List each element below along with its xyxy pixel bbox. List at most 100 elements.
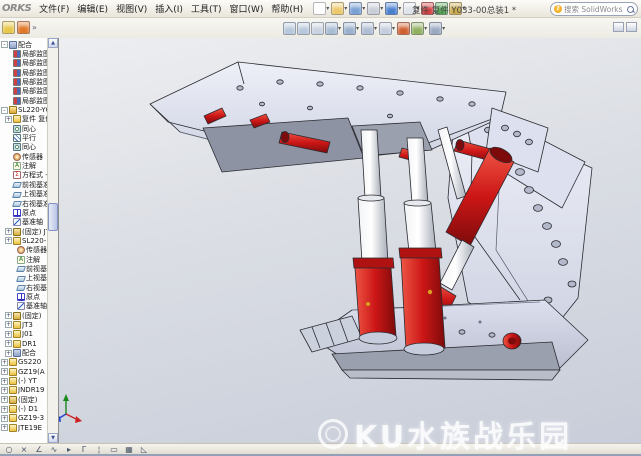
tree-item[interactable]: +(固定) JT: [1, 227, 47, 236]
expand-toggle-icon[interactable]: +: [5, 321, 12, 328]
tree-item[interactable]: 局部监图用: [1, 77, 47, 86]
expand-toggle-icon[interactable]: +: [5, 350, 12, 357]
search-icon[interactable]: [627, 6, 634, 13]
spline-tool-icon[interactable]: ∿: [49, 445, 59, 455]
tree-item[interactable]: 右视基: [1, 283, 47, 292]
tree-scrollbar[interactable]: ▲ ▼: [47, 38, 58, 443]
print-dropdown-icon[interactable]: ▾: [380, 5, 383, 12]
expand-toggle-icon[interactable]: -: [1, 41, 8, 48]
expand-toggle-icon[interactable]: +: [5, 312, 12, 319]
previous-view-icon[interactable]: [311, 22, 324, 35]
pane-options-icon[interactable]: [626, 22, 637, 32]
expand-toggle-icon[interactable]: +: [1, 368, 8, 375]
view-settings-dropdown-icon[interactable]: ▾: [442, 25, 445, 32]
menu-help[interactable]: 帮助(H): [267, 1, 307, 16]
search-box[interactable]: ? 搜索 SolidWorks 帮助: [550, 2, 638, 16]
menu-insert[interactable]: 插入(I): [151, 1, 187, 16]
open-dropdown-icon[interactable]: ▾: [344, 5, 347, 12]
open-icon[interactable]: ▾: [331, 2, 348, 15]
tree-item[interactable]: 传感器: [1, 152, 47, 161]
tree-item[interactable]: 传感器: [1, 246, 47, 255]
angle-line-tool-icon[interactable]: ∠: [34, 445, 44, 455]
scrollbar-thumb[interactable]: [48, 203, 58, 231]
save-icon[interactable]: ▾: [349, 2, 366, 15]
tree-item[interactable]: 同心: [1, 124, 47, 133]
tree-item[interactable]: +(固定): [1, 311, 47, 320]
view-orientation-dropdown-icon[interactable]: ▾: [356, 25, 359, 32]
zoom-fit-icon[interactable]: [283, 22, 296, 35]
tree-item[interactable]: +GS220: [1, 358, 47, 367]
tree-item[interactable]: A注解: [1, 255, 47, 264]
scroll-down-icon[interactable]: ▼: [48, 433, 58, 443]
tree-item[interactable]: +J01: [1, 330, 47, 339]
print-icon[interactable]: ▾: [367, 2, 384, 15]
view-settings-icon[interactable]: ▾: [429, 22, 446, 35]
expand-toggle-icon[interactable]: +: [1, 415, 8, 422]
tree-item[interactable]: +JT3: [1, 320, 47, 329]
tree-item[interactable]: +JTE19E: [1, 423, 47, 432]
tree-item[interactable]: +(-) YT: [1, 376, 47, 385]
more-tools-icon[interactable]: »: [32, 23, 37, 32]
tree-item[interactable]: 平行: [1, 133, 47, 142]
tree-item[interactable]: 前视基: [1, 264, 47, 273]
expand-toggle-icon[interactable]: +: [5, 331, 12, 338]
design-library-icon[interactable]: [17, 21, 30, 34]
tree-item[interactable]: +GZ19(A: [1, 367, 47, 376]
tree-item[interactable]: A注解: [1, 161, 47, 170]
new-document-dropdown-icon[interactable]: ▾: [326, 5, 329, 12]
expand-toggle-icon[interactable]: +: [1, 387, 8, 394]
tree-item[interactable]: 上视基准面: [1, 190, 47, 199]
tree-item[interactable]: +DR1: [1, 339, 47, 348]
hide-show-items-dropdown-icon[interactable]: ▾: [392, 25, 395, 32]
menu-edit[interactable]: 编辑(E): [73, 1, 112, 16]
expand-toggle-icon[interactable]: +: [5, 340, 12, 347]
circle-tool-icon[interactable]: ○: [4, 445, 14, 455]
menu-file[interactable]: 文件(F): [35, 1, 73, 16]
expand-toggle-icon[interactable]: +: [5, 237, 12, 244]
tree-item[interactable]: 原点: [1, 208, 47, 217]
expand-toggle-icon[interactable]: -: [1, 107, 8, 114]
menu-window[interactable]: 窗口(W): [225, 1, 267, 16]
undo-icon[interactable]: ▾: [385, 2, 402, 15]
scroll-up-icon[interactable]: ▲: [48, 38, 58, 48]
hide-show-items-icon[interactable]: ▾: [379, 22, 396, 35]
tree-item[interactable]: 基准轴: [1, 218, 47, 227]
tree-item[interactable]: 右视基准面: [1, 199, 47, 208]
tree-item[interactable]: 前视基准面: [1, 180, 47, 189]
model-leg-right[interactable]: [399, 138, 445, 355]
edit-appearance-icon[interactable]: [397, 22, 410, 35]
zoom-area-icon[interactable]: [297, 22, 310, 35]
display-style-dropdown-icon[interactable]: ▾: [374, 25, 377, 32]
tree-item[interactable]: +GZ19-3: [1, 414, 47, 423]
tree-item[interactable]: +(固定): [1, 395, 47, 404]
expand-toggle-icon[interactable]: +: [5, 116, 12, 123]
expand-toggle-icon[interactable]: +: [1, 396, 8, 403]
tree-item[interactable]: 原点: [1, 292, 47, 301]
section-view-icon[interactable]: ▾: [325, 22, 342, 35]
tree-item[interactable]: 局部监图用: [1, 87, 47, 96]
graphics-viewport[interactable]: [59, 38, 641, 443]
tree-item[interactable]: +复件 复件: [1, 115, 47, 124]
search-input[interactable]: 搜索 SolidWorks 帮助: [564, 4, 625, 15]
tree-item[interactable]: +JNDR19: [1, 386, 47, 395]
apply-scene-icon[interactable]: ▾: [411, 22, 428, 35]
undo-dropdown-icon[interactable]: ▾: [398, 5, 401, 12]
tree-item[interactable]: 局部监图用: [1, 49, 47, 58]
tree-item[interactable]: -SL220-Y033-0: [1, 105, 47, 114]
tree-item[interactable]: 局部监图用: [1, 96, 47, 105]
expand-toggle-icon[interactable]: +: [1, 424, 8, 431]
centerline-tool-icon[interactable]: ¦: [94, 445, 104, 455]
save-dropdown-icon[interactable]: ▾: [362, 5, 365, 12]
tree-item[interactable]: 同心: [1, 143, 47, 152]
arrow-tool-icon[interactable]: ▸: [64, 445, 74, 455]
tree-item[interactable]: 基准轴: [1, 302, 47, 311]
menu-tools[interactable]: 工具(T): [187, 1, 226, 16]
expand-toggle-icon[interactable]: +: [5, 228, 12, 235]
trim-tool-icon[interactable]: ×: [19, 445, 29, 455]
grid-tool-icon[interactable]: ▦: [124, 445, 134, 455]
tree-item[interactable]: -配合: [1, 40, 47, 49]
toolbox-icon[interactable]: [2, 21, 15, 34]
triangle-tool-icon[interactable]: ◺: [139, 445, 149, 455]
expand-toggle-icon[interactable]: +: [1, 378, 8, 385]
tree-item[interactable]: 上视基: [1, 274, 47, 283]
